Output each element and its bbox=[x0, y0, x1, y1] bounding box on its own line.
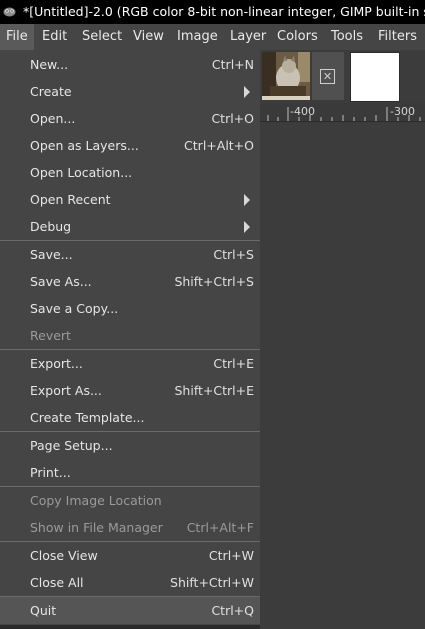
menu-select[interactable]: Select bbox=[76, 24, 128, 50]
menu-item-quit[interactable]: Quit Ctrl+Q bbox=[0, 597, 260, 624]
title-bar: *[Untitled]-2.0 (RGB color 8-bit non-lin… bbox=[0, 0, 425, 24]
menu-item-page-setup[interactable]: Page Setup... bbox=[0, 432, 260, 459]
menu-item-label: Open as Layers... bbox=[30, 138, 139, 153]
submenu-arrow-icon bbox=[244, 221, 250, 233]
menu-item-copy-image-location: Copy Image Location bbox=[0, 487, 260, 514]
menu-file[interactable]: File bbox=[0, 24, 34, 50]
bottom-panel-strip bbox=[0, 625, 260, 629]
menu-item-open-location[interactable]: Open Location... bbox=[0, 159, 260, 186]
menu-image[interactable]: Image bbox=[171, 24, 224, 50]
menu-item-label: New... bbox=[30, 57, 69, 72]
menu-item-label: Show in File Manager bbox=[30, 520, 163, 535]
close-image-tab-button[interactable]: ✕ bbox=[312, 52, 344, 100]
menu-item-create-template[interactable]: Create Template... bbox=[0, 404, 260, 431]
menu-item-label: Close View bbox=[30, 548, 98, 563]
submenu-arrow-icon bbox=[244, 194, 250, 206]
menu-item-label: Debug bbox=[30, 219, 72, 234]
menu-item-label: Copy Image Location bbox=[30, 493, 162, 508]
menu-item-shortcut: Shift+Ctrl+E bbox=[174, 383, 255, 398]
close-icon: ✕ bbox=[320, 69, 335, 84]
menu-item-open-as-layers[interactable]: Open as Layers... Ctrl+Alt+O bbox=[0, 132, 260, 159]
menu-item-export-as[interactable]: Export As... Shift+Ctrl+E bbox=[0, 377, 260, 404]
menu-item-shortcut: Ctrl+Alt+F bbox=[186, 520, 254, 535]
menu-item-shortcut: Ctrl+O bbox=[211, 111, 254, 126]
menu-item-label: Close All bbox=[30, 575, 84, 590]
menu-filters[interactable]: Filters bbox=[372, 24, 423, 50]
menu-item-label: Export... bbox=[30, 356, 83, 371]
menu-item-label: Print... bbox=[30, 465, 71, 480]
menu-item-shortcut: Ctrl+W bbox=[208, 548, 254, 563]
menu-item-shortcut: Shift+Ctrl+S bbox=[174, 274, 254, 289]
menu-item-label: Open Recent bbox=[30, 192, 111, 207]
menu-item-shortcut: Ctrl+Alt+O bbox=[184, 138, 254, 153]
menu-item-label: Revert bbox=[30, 328, 71, 343]
menu-item-shortcut: Ctrl+Q bbox=[211, 603, 254, 618]
menu-item-label: Export As... bbox=[30, 383, 102, 398]
menu-item-save-as[interactable]: Save As... Shift+Ctrl+S bbox=[0, 268, 260, 295]
menu-item-close-all[interactable]: Close All Shift+Ctrl+W bbox=[0, 569, 260, 596]
menu-item-label: Page Setup... bbox=[30, 438, 113, 453]
ruler-label: -400 bbox=[290, 105, 315, 118]
menu-item-open-recent[interactable]: Open Recent bbox=[0, 186, 260, 213]
menu-item-export[interactable]: Export... Ctrl+E bbox=[0, 350, 260, 377]
untitled-white-thumbnail[interactable] bbox=[350, 52, 400, 102]
menu-item-show-in-file-manager: Show in File Manager Ctrl+Alt+F bbox=[0, 514, 260, 541]
menu-layer[interactable]: Layer bbox=[224, 24, 272, 50]
menu-item-shortcut: Ctrl+N bbox=[211, 57, 254, 72]
ruler-label: -300 bbox=[390, 105, 415, 118]
gimp-wilber-icon bbox=[3, 7, 16, 17]
menu-item-save-a-copy[interactable]: Save a Copy... bbox=[0, 295, 260, 322]
menu-item-create[interactable]: Create bbox=[0, 78, 260, 105]
cat-photo-image bbox=[262, 52, 310, 100]
menu-item-label: Create Template... bbox=[30, 410, 145, 425]
file-menu-dropdown: New... Ctrl+N Create Open... Ctrl+O Open… bbox=[0, 50, 260, 625]
menu-item-label: Open... bbox=[30, 111, 76, 126]
menu-item-label: Save As... bbox=[30, 274, 92, 289]
menu-item-close-view[interactable]: Close View Ctrl+W bbox=[0, 542, 260, 569]
menu-item-open[interactable]: Open... Ctrl+O bbox=[0, 105, 260, 132]
menu-item-label: Open Location... bbox=[30, 165, 133, 180]
menu-item-label: Save a Copy... bbox=[30, 301, 119, 316]
menu-view[interactable]: View bbox=[127, 24, 170, 50]
menu-colors[interactable]: Colors bbox=[271, 24, 324, 50]
menu-item-label: Create bbox=[30, 84, 72, 99]
menu-item-shortcut: Ctrl+S bbox=[213, 247, 254, 262]
menu-tools[interactable]: Tools bbox=[325, 24, 369, 50]
menu-item-shortcut: Ctrl+E bbox=[213, 356, 254, 371]
menu-item-revert: Revert bbox=[0, 322, 260, 349]
menu-item-debug[interactable]: Debug bbox=[0, 213, 260, 240]
menu-item-shortcut: Shift+Ctrl+W bbox=[170, 575, 254, 590]
menu-edit[interactable]: Edit bbox=[36, 24, 73, 50]
cat-photo-thumbnail[interactable] bbox=[262, 52, 310, 100]
canvas-area: ✕ -400 -300 bbox=[260, 50, 425, 629]
menu-item-label: Quit bbox=[30, 603, 57, 618]
submenu-arrow-icon bbox=[244, 86, 250, 98]
menu-item-print[interactable]: Print... bbox=[0, 459, 260, 486]
menu-item-label: Save... bbox=[30, 247, 73, 262]
menu-bar: File Edit Select View Image Layer Colors… bbox=[0, 24, 425, 50]
horizontal-ruler[interactable]: -400 -300 bbox=[260, 103, 425, 122]
menu-item-save[interactable]: Save... Ctrl+S bbox=[0, 241, 260, 268]
menu-item-new[interactable]: New... Ctrl+N bbox=[0, 51, 260, 78]
window-title: *[Untitled]-2.0 (RGB color 8-bit non-lin… bbox=[23, 4, 425, 19]
